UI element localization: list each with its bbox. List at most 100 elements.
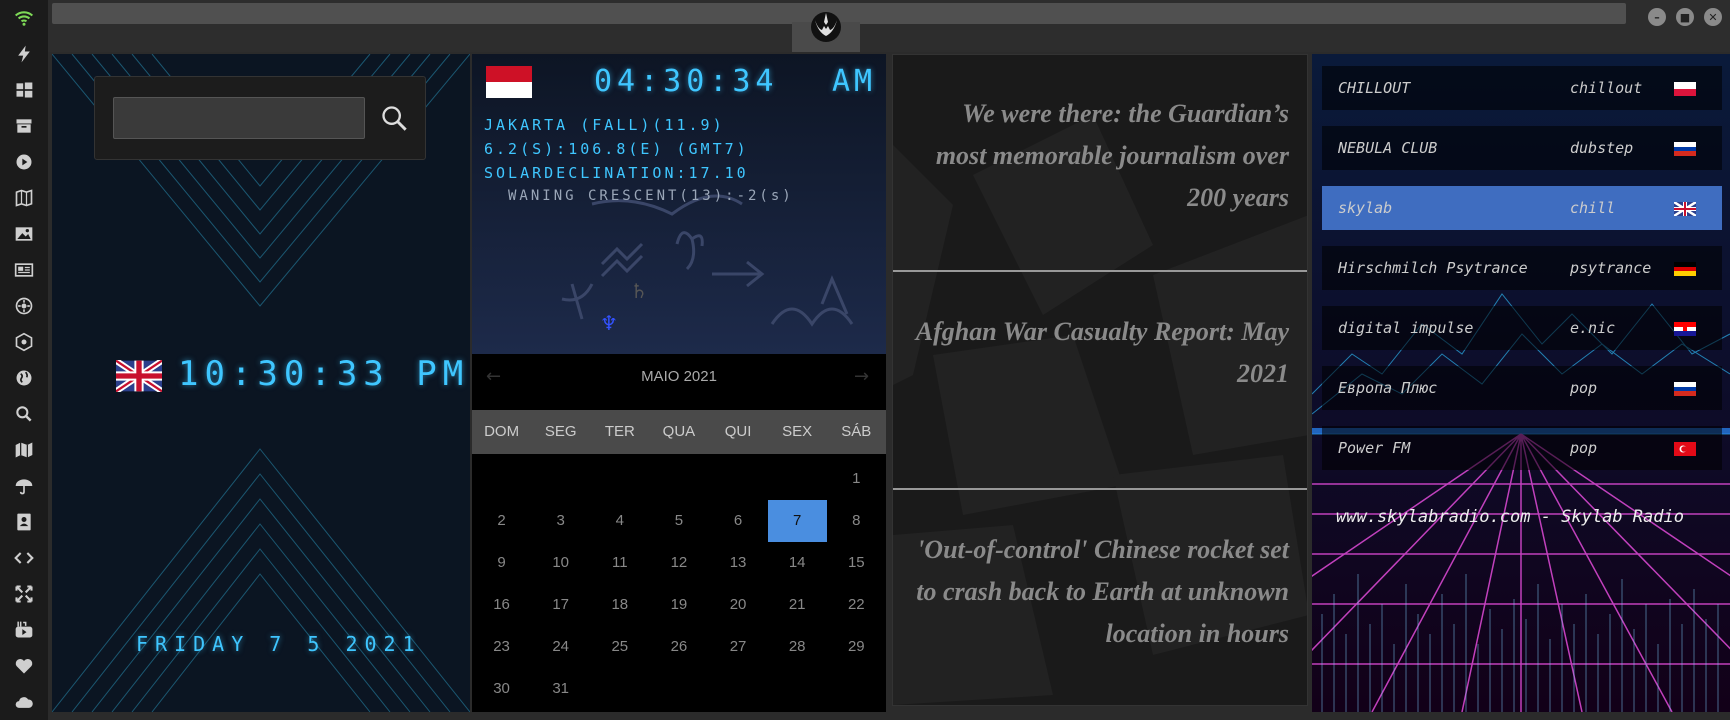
image-icon[interactable] — [12, 222, 36, 246]
news-item-1[interactable]: We were there: the Guardian’s most memor… — [913, 93, 1289, 219]
calendar-day-cell — [827, 668, 886, 710]
calendar-day-cell — [649, 668, 708, 710]
calendar-day-cell — [472, 458, 531, 500]
search-button[interactable] — [377, 101, 411, 135]
calendar-week-row: 30 31 — [472, 668, 886, 710]
cloud-icon[interactable] — [12, 690, 36, 714]
astro-panel: ♄ ♆ 04:30:34 AM JAKARTA (FALL)(11.9) 6.2… — [472, 54, 886, 354]
globe-icon[interactable] — [12, 366, 36, 390]
calendar-week-row: 1 — [472, 458, 886, 500]
code-icon[interactable] — [12, 546, 36, 570]
sun-icon[interactable] — [12, 294, 36, 318]
calendar-day-cell[interactable]: 26 — [649, 626, 708, 668]
calendar-day-cell[interactable]: 18 — [590, 584, 649, 626]
main-clock-time: 10:30:33 PM — [178, 354, 470, 394]
calendar-day-cell[interactable]: 8 — [827, 500, 886, 542]
rebel-alliance-logo-icon — [811, 12, 841, 42]
calendar-day-cell[interactable]: 28 — [768, 626, 827, 668]
news-item-3[interactable]: 'Out-of-control' Chinese rocket set to c… — [913, 529, 1289, 655]
astro-declination: SOLARDECLINATION:17.10 — [484, 164, 749, 182]
bolt-icon[interactable] — [12, 42, 36, 66]
minimize-button[interactable]: – — [1648, 8, 1666, 26]
calendar-day-cell — [709, 458, 768, 500]
calendar-day-cell[interactable]: 13 — [709, 542, 768, 584]
calendar-day-cell[interactable]: 2 — [472, 500, 531, 542]
calendar-day-cell[interactable]: 19 — [649, 584, 708, 626]
radio-station-genre: dubstep — [1570, 139, 1634, 157]
contacts-icon[interactable] — [12, 510, 36, 534]
calendar-day-cell[interactable]: 3 — [531, 500, 590, 542]
play-icon[interactable] — [12, 150, 36, 174]
minimize-icon: – — [1654, 10, 1660, 24]
calendar-day-cell[interactable]: 24 — [531, 626, 590, 668]
calendar-day-cell[interactable]: 9 — [472, 542, 531, 584]
calendar-day-cell[interactable]: 31 — [531, 668, 590, 710]
calendar-day-cell[interactable]: 11 — [590, 542, 649, 584]
calendar-day-cell[interactable]: 27 — [709, 626, 768, 668]
calendar-day-cell[interactable]: 15 — [827, 542, 886, 584]
calendar-today-cell[interactable]: 7 — [767, 500, 827, 542]
calendar-day-cell[interactable]: 23 — [472, 626, 531, 668]
map-book-icon[interactable] — [12, 186, 36, 210]
radio-station-item[interactable]: CHILLOUT chillout — [1322, 66, 1722, 110]
search-icon — [382, 106, 407, 131]
app-window: – ■ ✕ 10:30:33 PM FRIDAY 7 5 2021 ♄ ♆ 04… — [0, 0, 1730, 720]
close-button[interactable]: ✕ — [1704, 8, 1722, 26]
calendar-day-cell[interactable]: 29 — [827, 626, 886, 668]
news-icon[interactable] — [12, 258, 36, 282]
radio-station-name: CHILLOUT — [1338, 79, 1411, 97]
radio-station-item[interactable]: skylab chill — [1322, 186, 1722, 230]
calendar-day-cell[interactable]: 5 — [649, 500, 708, 542]
radio-station-genre: chillout — [1570, 79, 1643, 97]
calendar-next-button[interactable]: → — [854, 366, 869, 387]
windows-icon[interactable] — [12, 78, 36, 102]
radio-station-item[interactable]: NEBULA CLUB dubstep — [1322, 126, 1722, 170]
archive-icon[interactable] — [12, 114, 36, 138]
calendar-day-cell[interactable]: 21 — [768, 584, 827, 626]
youtube-icon[interactable] — [12, 618, 36, 642]
radio-station-name: digital impulse — [1338, 319, 1474, 337]
calendar-day-cell[interactable]: 17 — [531, 584, 590, 626]
astro-location: JAKARTA (FALL)(11.9) — [484, 116, 725, 134]
map-icon[interactable] — [12, 438, 36, 462]
calendar-day-cell[interactable]: 12 — [649, 542, 708, 584]
umbrella-icon[interactable] — [12, 474, 36, 498]
calendar-day-cell[interactable]: 10 — [531, 542, 590, 584]
calendar-day-cell[interactable]: 30 — [472, 668, 531, 710]
wifi-icon[interactable] — [12, 6, 36, 30]
maximize-button[interactable]: ■ — [1676, 8, 1694, 26]
calendar-weekday: TER — [604, 423, 635, 440]
radio-station-item[interactable]: Power FM pop — [1322, 426, 1722, 470]
expand-icon[interactable] — [12, 582, 36, 606]
radio-station-item[interactable]: Европа Плюс pop — [1322, 366, 1722, 410]
search-input[interactable] — [113, 97, 365, 139]
calendar-day-cell[interactable]: 25 — [590, 626, 649, 668]
search-icon[interactable] — [12, 402, 36, 426]
calendar-day-cell[interactable]: 4 — [590, 500, 649, 542]
calendar-day-cell[interactable]: 16 — [472, 584, 531, 626]
radio-station-item[interactable]: Hirschmilch Psytrance psytrance — [1322, 246, 1722, 290]
calendar-day-cell[interactable]: 14 — [768, 542, 827, 584]
radio-station-genre: pop — [1570, 379, 1598, 397]
heart-icon[interactable] — [12, 654, 36, 678]
radio-station-name: Европа Плюс — [1338, 379, 1438, 397]
neptune-glyph: ♆ — [600, 311, 618, 335]
flag-uk-icon — [116, 360, 162, 392]
astro-moon-phase: WANING CRESCENT(13):-2(s) — [508, 188, 794, 204]
calendar-day-cell[interactable]: 6 — [709, 500, 768, 542]
calendar-day-cell[interactable]: 22 — [827, 584, 886, 626]
main-clock-date: FRIDAY 7 5 2021 — [136, 632, 422, 656]
calendar-weekday: SEG — [544, 423, 577, 440]
radio-station-name: Hirschmilch Psytrance — [1338, 259, 1528, 277]
saturn-glyph: ♄ — [630, 279, 648, 303]
network-icon[interactable] — [12, 330, 36, 354]
radio-panel: CHILLOUT chillout NEBULA CLUB dubstep skylab… — [1312, 54, 1730, 712]
flag-uk-icon — [1674, 202, 1696, 216]
calendar-day-cell — [531, 458, 590, 500]
search-box — [94, 76, 426, 160]
news-item-2[interactable]: Afghan War Casualty Report: May 2021 — [913, 311, 1289, 395]
calendar-day-cell[interactable]: 1 — [827, 458, 886, 500]
radio-station-item[interactable]: digital impulse e.nic — [1322, 306, 1722, 350]
calendar-day-cell[interactable]: 20 — [709, 584, 768, 626]
zodiac-background: ♄ ♆ — [561, 194, 854, 335]
